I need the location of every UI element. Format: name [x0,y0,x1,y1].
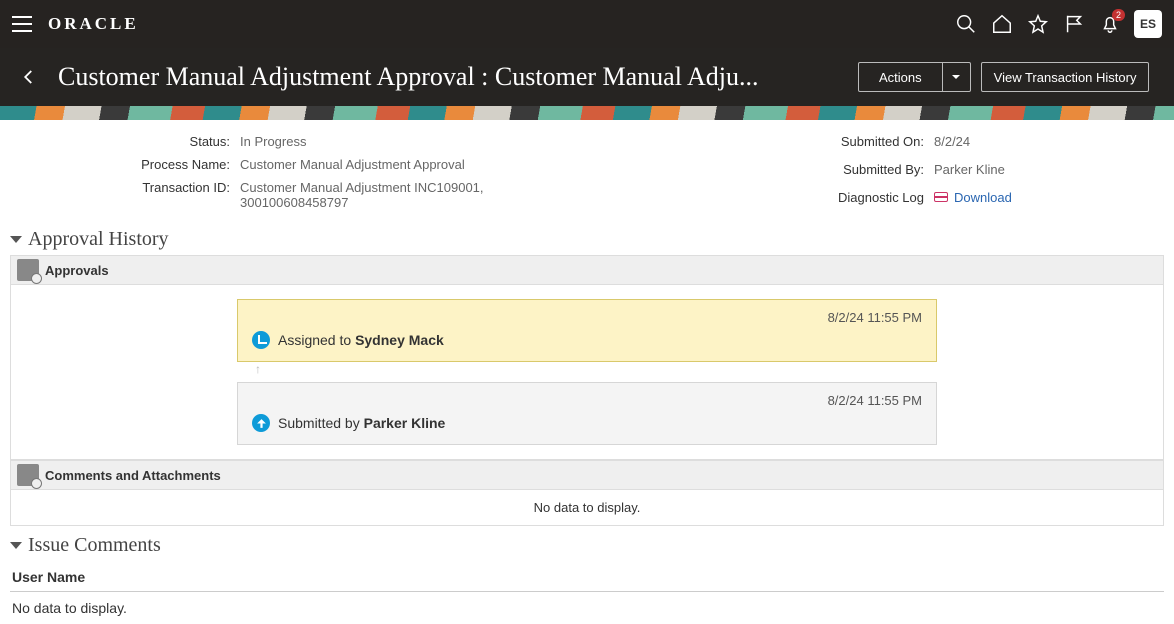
submitted-timestamp: 8/2/24 11:55 PM [252,393,922,408]
comments-no-data: No data to display. [10,490,1164,526]
submitted-on-label: Submitted On: [764,134,934,149]
comments-panel-header: Comments and Attachments [10,460,1164,490]
issue-comments-toggle[interactable]: Issue Comments [10,534,1164,557]
issue-comments-heading: Issue Comments [28,534,161,557]
chevron-down-icon [951,72,961,82]
back-button[interactable] [14,62,44,92]
timeline-connector: ↑ [237,362,937,382]
home-icon[interactable] [984,6,1020,42]
comments-title: Comments and Attachments [45,468,221,483]
submitted-on-value: 8/2/24 [934,134,1134,149]
arrow-up-icon [252,414,270,432]
star-icon[interactable] [1020,6,1056,42]
view-transaction-history-button[interactable]: View Transaction History [981,62,1150,92]
timeline-card-submitted: 8/2/24 11:55 PM Submitted by Parker Klin… [237,382,937,445]
clock-icon [252,331,270,349]
submitted-name: Parker Kline [364,415,446,431]
user-avatar[interactable]: ES [1134,10,1162,38]
process-name-value: Customer Manual Adjustment Approval [240,157,560,172]
page-title: Customer Manual Adjustment Approval : Cu… [58,62,858,92]
brand-logo: ORACLE [48,14,139,34]
approval-history-heading: Approval History [28,228,169,251]
approvals-panel-header: Approvals [10,255,1164,285]
menu-icon[interactable] [12,16,32,32]
approvals-icon [17,259,39,281]
issue-no-data: No data to display. [10,592,1164,624]
submitted-by-value: Parker Kline [934,162,1134,177]
assigned-name: Sydney Mack [355,332,444,348]
status-value: In Progress [240,134,560,149]
details-region: Status: In Progress Process Name: Custom… [0,120,1174,220]
timeline-card-assigned: 8/2/24 11:55 PM Assigned to Sydney Mack [237,299,937,362]
decorative-strip [0,106,1174,120]
page-header: Customer Manual Adjustment Approval : Cu… [0,48,1174,106]
assigned-timestamp: 8/2/24 11:55 PM [252,310,922,325]
process-name-label: Process Name: [0,157,240,172]
diagnostic-log-label: Diagnostic Log [764,190,934,205]
search-icon[interactable] [948,6,984,42]
notification-badge: 2 [1112,9,1125,21]
submitted-by-label: Submitted By: [764,162,934,177]
status-label: Status: [0,134,240,149]
assigned-prefix: Assigned to [278,332,355,348]
approvals-panel-body: 8/2/24 11:55 PM Assigned to Sydney Mack … [10,285,1164,460]
actions-button[interactable]: Actions [858,62,943,92]
transaction-id-value: Customer Manual Adjustment INC109001, 30… [240,180,560,210]
approvals-title: Approvals [45,263,109,278]
submitted-prefix: Submitted by [278,415,364,431]
flag-icon[interactable] [1056,6,1092,42]
comments-icon [17,464,39,486]
actions-dropdown[interactable] [943,62,971,92]
collapse-icon [10,542,22,549]
download-file-icon [934,192,948,202]
bell-icon[interactable]: 2 [1092,6,1128,42]
issue-col-username: User Name [10,563,1164,592]
diagnostic-download-link[interactable]: Download [954,190,1012,205]
approval-history-toggle[interactable]: Approval History [10,228,1164,251]
global-header: ORACLE 2 ES [0,0,1174,48]
collapse-icon [10,236,22,243]
transaction-id-label: Transaction ID: [0,180,240,195]
